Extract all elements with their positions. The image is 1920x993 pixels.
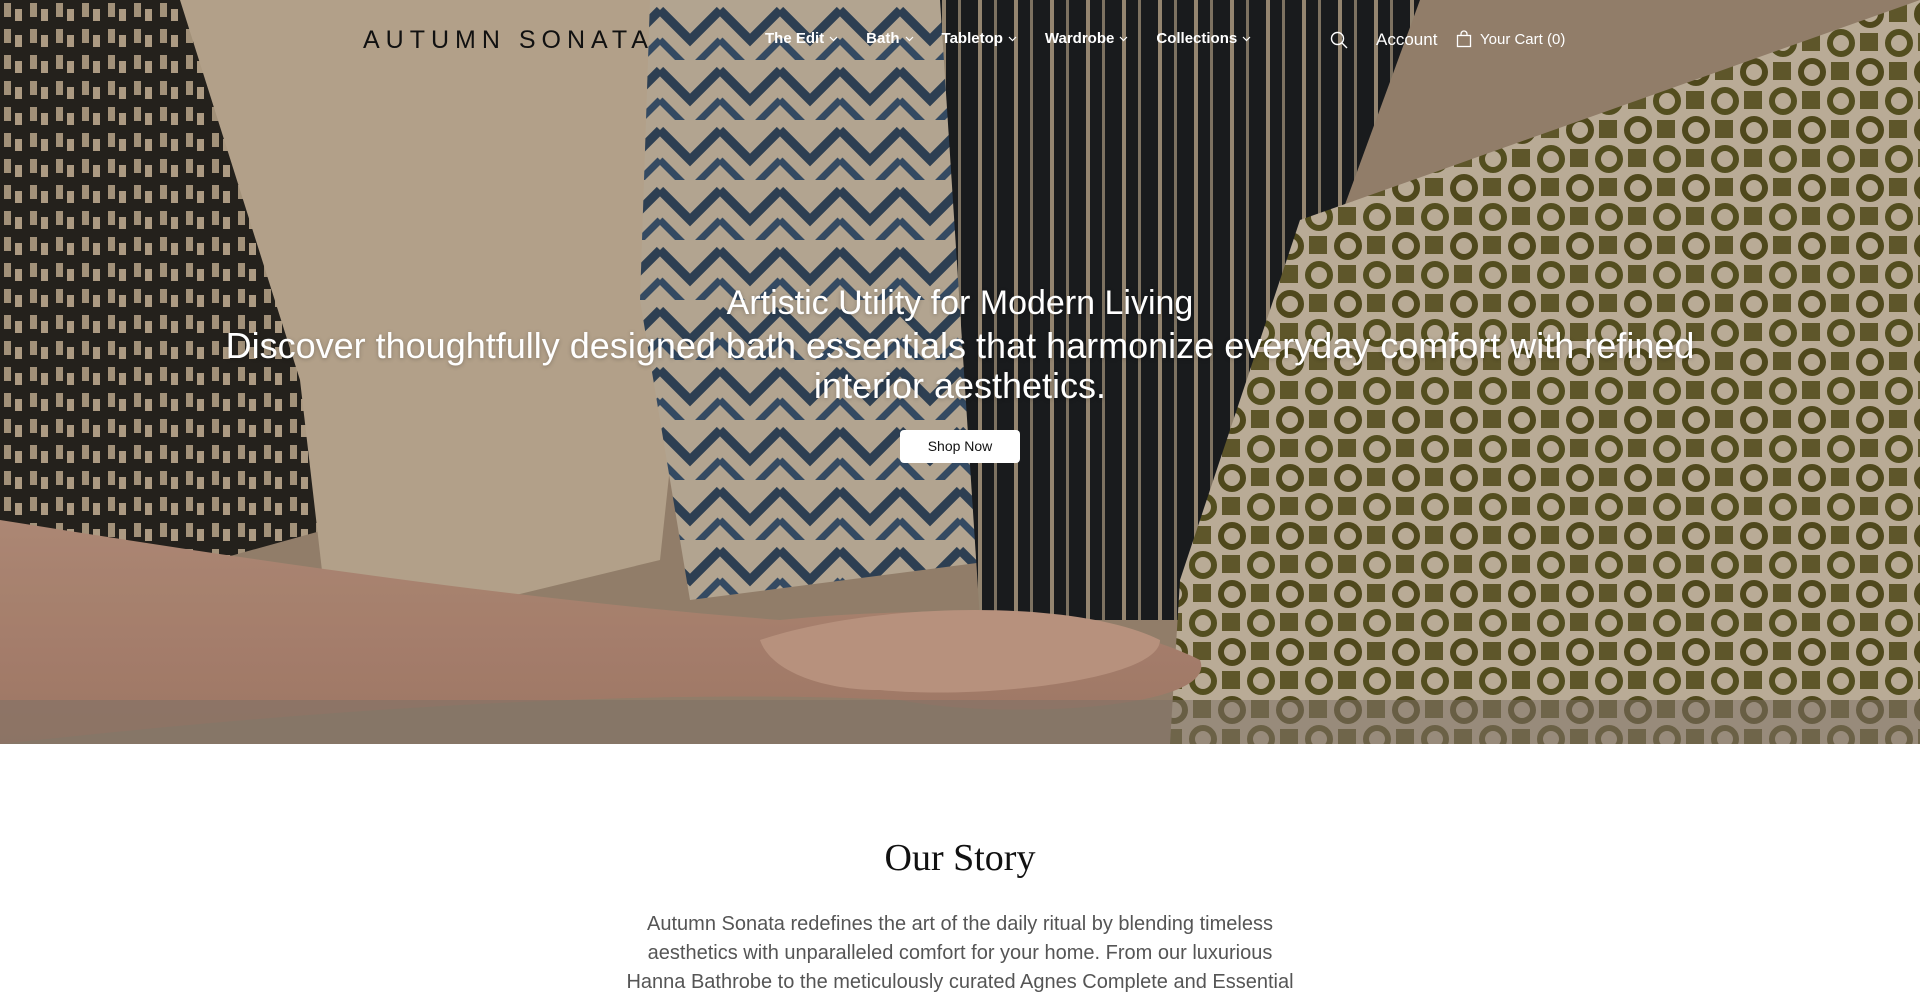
nav-item-label: Tabletop	[941, 30, 1003, 47]
chevron-down-icon	[1242, 36, 1251, 41]
hero-subtitle: Discover thoughtfully designed bath esse…	[225, 325, 1695, 406]
nav-item-label: Bath	[866, 30, 900, 47]
shop-now-button[interactable]: Shop Now	[900, 430, 1020, 463]
nav-item-label: Wardrobe	[1044, 30, 1115, 47]
nav-item-label: Collections	[1156, 30, 1238, 47]
chevron-down-icon	[829, 36, 838, 41]
account-link[interactable]: Account	[1376, 30, 1437, 50]
main-nav: The Edit Bath Tabletop Wardrobe Collecti…	[765, 30, 1279, 47]
hero-content: Artistic Utility for Modern Living Disco…	[0, 280, 1920, 463]
brand-logo[interactable]: AUTUMN SONATA	[363, 26, 654, 55]
cart-label: Your Cart (0)	[1480, 30, 1566, 48]
story-paragraph: Autumn Sonata redefines the art of the d…	[626, 913, 1294, 993]
chevron-down-icon	[1008, 36, 1017, 41]
our-story-section: Our Story Autumn Sonata redefines the ar…	[0, 744, 1920, 993]
section-title: Our Story	[884, 837, 1036, 879]
nav-item-the-edit[interactable]: The Edit	[765, 30, 838, 47]
chevron-down-icon	[905, 36, 913, 41]
nav-item-bath[interactable]: Bath	[866, 30, 913, 47]
nav-item-collections[interactable]: Collections	[1156, 30, 1251, 47]
shopping-bag-icon	[1456, 30, 1472, 48]
hero-title: Artistic Utility for Modern Living	[726, 284, 1194, 322]
nav-item-tabletop[interactable]: Tabletop	[942, 30, 1017, 47]
search-icon[interactable]	[1329, 30, 1349, 50]
nav-item-label: The Edit	[765, 30, 825, 47]
chevron-down-icon	[1119, 36, 1128, 41]
cart-link[interactable]: Your Cart (0)	[1456, 30, 1565, 48]
nav-item-wardrobe[interactable]: Wardrobe	[1045, 30, 1128, 47]
site-header: AUTUMN SONATA The Edit Bath Tabletop War…	[0, 0, 1920, 80]
